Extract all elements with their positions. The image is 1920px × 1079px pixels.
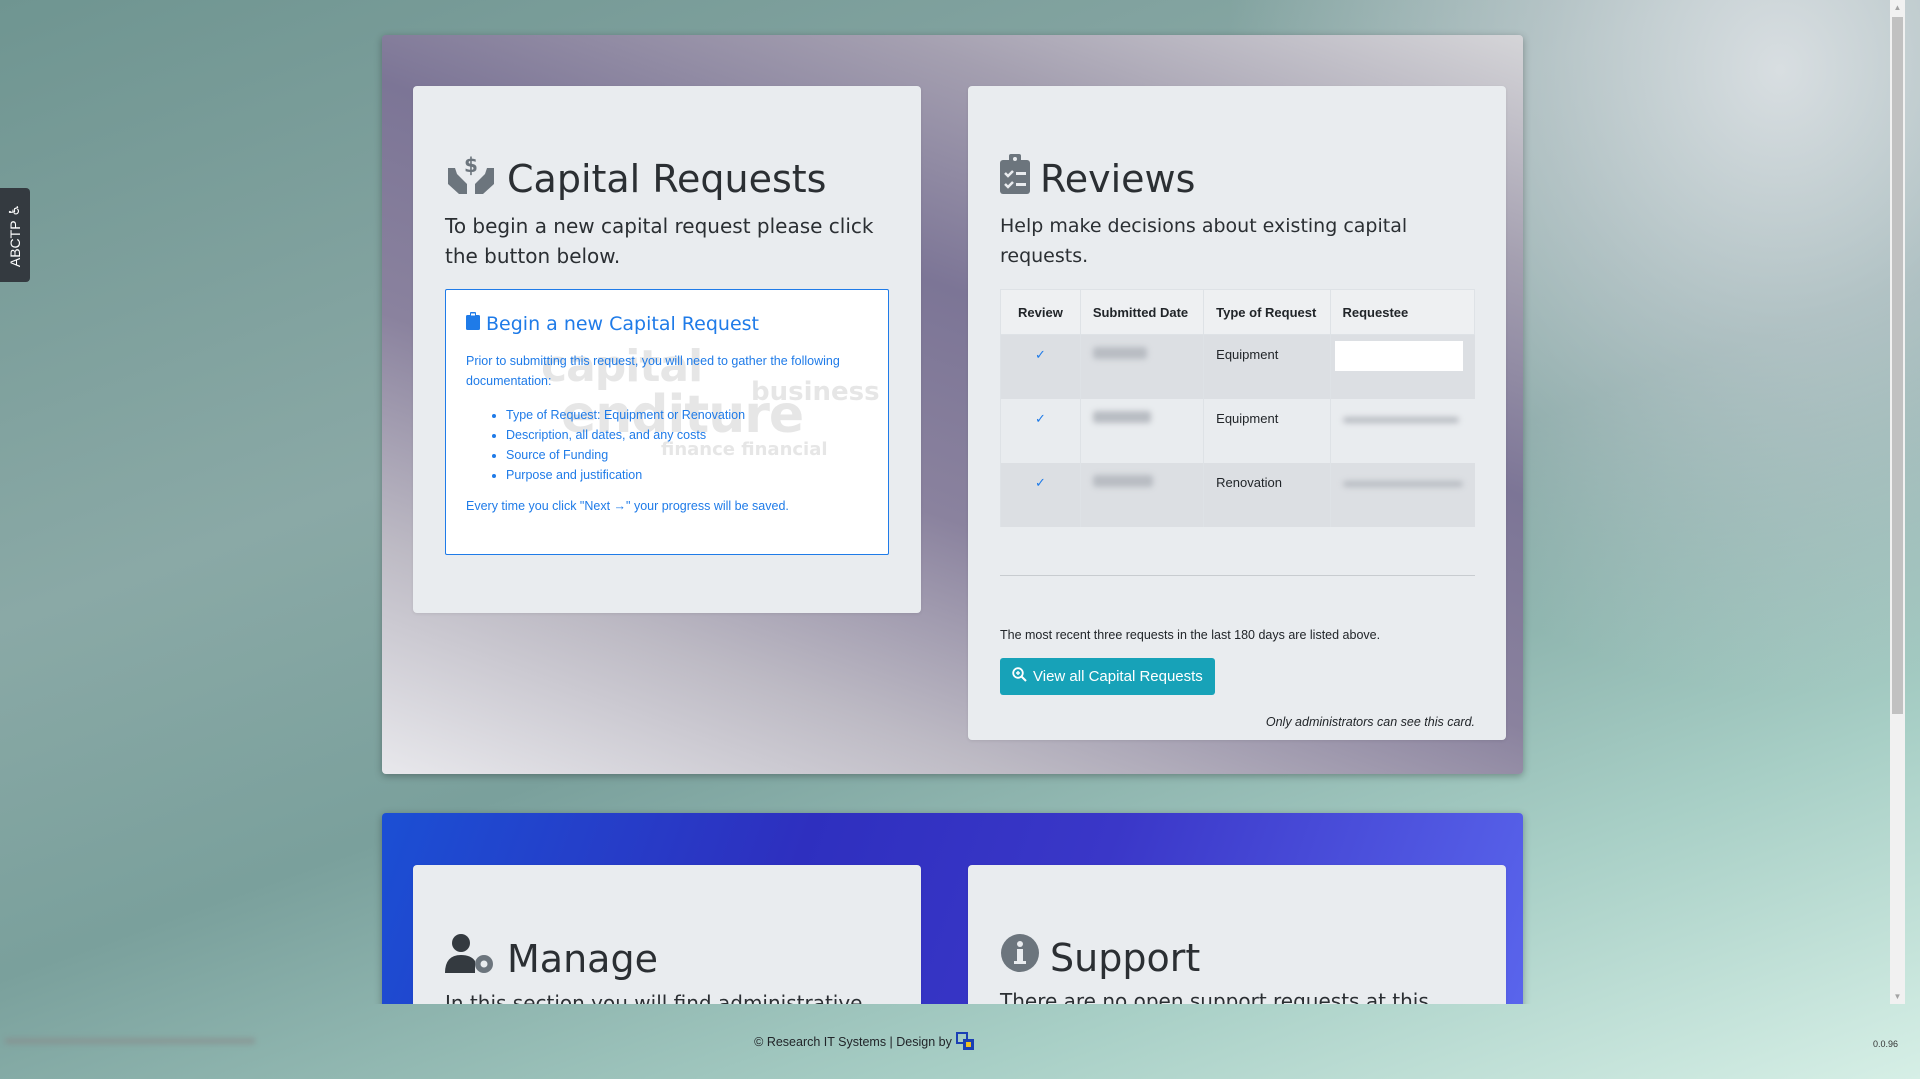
gavel-icon[interactable]: ✓: [1035, 411, 1046, 426]
search-plus-icon: [1012, 666, 1027, 686]
begin-capital-request-title: Begin a new Capital Request: [486, 312, 759, 335]
column-header-review: Review: [1000, 289, 1081, 335]
manage-title: Manage: [507, 936, 658, 981]
type-of-request-cell: Renovation: [1203, 462, 1330, 527]
table-row: ✓ Renovation: [1000, 462, 1475, 527]
info-circle-icon: [1000, 933, 1040, 982]
begin-capital-request-link[interactable]: Begin a new Capital Request: [466, 312, 868, 335]
support-lead: There are no open support requests at th…: [1000, 989, 1429, 1004]
manage-card: Manage In this section you will find adm…: [413, 865, 921, 1004]
capital-requests-heading: $ Capital Requests: [445, 154, 889, 203]
column-header-type-of-request: Type of Request: [1203, 289, 1331, 335]
side-tab[interactable]: ABCTP ♿: [0, 188, 30, 282]
type-of-request-cell: Equipment: [1203, 398, 1330, 463]
column-header-requestee: Requestee: [1329, 289, 1475, 335]
support-heading: Support: [1000, 933, 1474, 982]
scroll-up-arrow-icon[interactable]: ▲: [1890, 0, 1905, 15]
scroll-down-arrow-icon[interactable]: ▼: [1890, 989, 1905, 1004]
gavel-icon[interactable]: ✓: [1035, 475, 1046, 490]
list-item: Type of Request: Equipment or Renovation: [506, 405, 868, 425]
capital-requests-title: Capital Requests: [507, 156, 827, 201]
list-item: Purpose and justification: [506, 465, 868, 485]
list-item: Source of Funding: [506, 445, 868, 465]
review-cell: ✓: [1000, 334, 1081, 399]
gavel-icon[interactable]: ✓: [1035, 347, 1046, 362]
documentation-list: Type of Request: Equipment or Renovation…: [506, 405, 868, 485]
capital-requests-card: $ Capital Requests To begin a new capita…: [413, 86, 921, 613]
submitted-date-cell: [1079, 398, 1204, 463]
bottom-section: Manage In this section you will find adm…: [382, 813, 1523, 1004]
progress-saved-note: Every time you click "Next →" your progr…: [466, 499, 789, 513]
side-tab-label: ABCTP: [7, 219, 23, 267]
view-all-capital-requests-button[interactable]: View all Capital Requests: [1000, 657, 1215, 695]
top-section: $ Capital Requests To begin a new capita…: [382, 35, 1523, 774]
recent-requests-note: The most recent three requests in the la…: [1000, 627, 1381, 642]
reviews-card: Reviews Help make decisions about existi…: [968, 86, 1506, 740]
table-header-row: Review Submitted Date Type of Request Re…: [1000, 289, 1475, 335]
table-row: ✓ Equipment: [1000, 334, 1475, 399]
page-viewport: ABCTP ♿ $ Capital Requests To begin a ne…: [0, 0, 1905, 1004]
user-gear-icon: [445, 933, 497, 984]
begin-capital-request-card[interactable]: capital enditure finance financial busin…: [445, 289, 889, 555]
support-card: Support There are no open support reques…: [968, 865, 1506, 1004]
capital-requests-lead: To begin a new capital request please cl…: [445, 214, 874, 268]
scrollbar-thumb[interactable]: [1892, 17, 1903, 714]
requestee-cell: [1329, 334, 1475, 399]
footer: © Research IT Systems | Design by 0.0.96: [0, 1004, 1920, 1079]
reviews-title: Reviews: [1040, 156, 1196, 201]
submitted-date-cell: [1079, 462, 1204, 527]
divider: [1000, 574, 1475, 576]
submitted-date-cell: [1079, 334, 1204, 399]
column-header-submitted-date: Submitted Date: [1079, 289, 1205, 335]
requestee-cell: [1329, 398, 1475, 463]
vertical-scrollbar[interactable]: ▲ ▼: [1890, 0, 1905, 1004]
review-cell: ✓: [1000, 462, 1081, 527]
reviews-lead: Help make decisions about existing capit…: [1000, 215, 1408, 267]
view-all-label: View all Capital Requests: [1033, 667, 1203, 685]
accessibility-icon: ♿: [6, 203, 23, 216]
list-item: Description, all dates, and any costs: [506, 425, 868, 445]
requestee-cell: [1329, 462, 1475, 527]
support-title: Support: [1050, 935, 1201, 980]
hands-dollar-icon: $: [445, 154, 497, 203]
clipboard-icon: [466, 312, 480, 335]
footer-blurred-text: [5, 1038, 255, 1044]
svg-text:$: $: [464, 154, 478, 177]
admin-only-note: Only administrators can see this card.: [1265, 714, 1475, 729]
type-of-request-cell: Equipment: [1203, 334, 1330, 399]
clipboard-check-icon: [1000, 154, 1030, 203]
manage-lead: In this section you will find administra…: [445, 991, 863, 1004]
review-cell: ✓: [1000, 398, 1081, 463]
table-row: ✓ Equipment: [1000, 398, 1475, 463]
footer-copyright: © Research IT Systems | Design by: [754, 1034, 952, 1049]
reviews-table: Review Submitted Date Type of Request Re…: [1000, 289, 1475, 527]
app-version: 0.0.96: [1872, 1039, 1898, 1049]
manage-heading: Manage: [445, 933, 889, 984]
reviews-heading: Reviews: [1000, 154, 1474, 203]
designer-logo-icon[interactable]: [955, 1031, 976, 1052]
begin-request-instructions: Prior to submitting this request, you wi…: [466, 354, 840, 388]
